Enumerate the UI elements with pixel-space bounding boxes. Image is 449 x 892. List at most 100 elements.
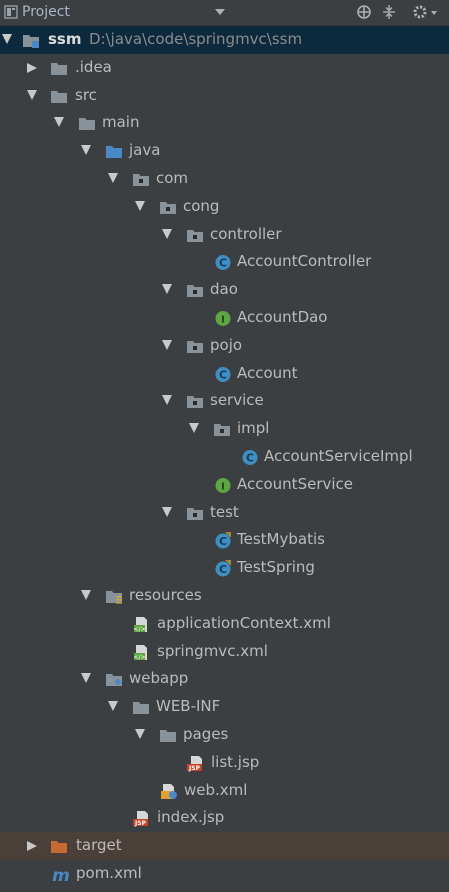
expanded-arrow-icon[interactable] — [81, 145, 91, 156]
tree-node-label: dao — [210, 280, 238, 299]
tree-node-accountserviceimpl[interactable]: C AccountServiceImpl — [0, 443, 449, 471]
tree-node-accountcontroller[interactable]: C AccountController — [0, 248, 449, 276]
source-folder-icon — [105, 142, 123, 159]
spring-xml-icon: </> — [133, 615, 151, 633]
tree-node-indexjsp[interactable]: JSP index.jsp — [0, 804, 449, 832]
test-class-icon: C — [214, 531, 232, 549]
expanded-arrow-icon[interactable] — [162, 395, 172, 406]
interface-icon: I — [214, 476, 232, 493]
folder-icon — [132, 698, 150, 715]
expanded-arrow-icon[interactable] — [135, 200, 145, 211]
collapsed-arrow-icon[interactable] — [27, 841, 37, 852]
tree-node-label: AccountDao — [237, 308, 328, 326]
class-icon: C — [214, 253, 232, 271]
module-folder-icon — [22, 31, 40, 48]
tree-node-cong[interactable]: cong — [0, 193, 449, 221]
tree-node-ssm[interactable]: ssm D:\java\code\springmvc\ssm — [0, 26, 449, 54]
tree-node-testmybatis[interactable]: C TestMybatis — [0, 526, 449, 554]
tree-node-account[interactable]: C Account — [0, 360, 449, 388]
package-icon — [186, 281, 204, 298]
jsp-file-icon: JSP — [133, 809, 151, 827]
tree-node-webinf[interactable]: WEB-INF — [0, 693, 449, 721]
expanded-arrow-icon[interactable] — [2, 34, 12, 44]
tree-node-pages[interactable]: pages — [0, 721, 449, 749]
tree-node-label: TestMybatis — [237, 530, 325, 549]
tree-node-testspring[interactable]: C TestSpring — [0, 554, 449, 582]
svg-text:</>: </> — [133, 626, 145, 633]
svg-text:C: C — [219, 563, 227, 576]
tree-node-webxml[interactable]: web.xml — [0, 777, 449, 805]
tree-node-dao[interactable]: dao — [0, 276, 449, 304]
svg-text:</>: </> — [133, 654, 145, 661]
chevron-down-icon[interactable] — [215, 9, 225, 15]
expanded-arrow-icon[interactable] — [189, 423, 199, 434]
test-class-icon: C — [214, 559, 232, 577]
svg-text:C: C — [219, 257, 227, 270]
tree-node-java[interactable]: java — [0, 137, 449, 165]
tree-node-pojo[interactable]: pojo — [0, 332, 449, 360]
package-icon — [159, 198, 177, 215]
excluded-folder-icon — [50, 837, 68, 854]
tree-node-impl[interactable]: impl — [0, 415, 449, 443]
expanded-arrow-icon[interactable] — [135, 729, 145, 739]
tree-node-pomxml[interactable]: m pom.xml — [0, 860, 449, 888]
folder-icon — [50, 59, 68, 76]
tree-node-src[interactable]: src — [0, 82, 449, 110]
collapse-all-icon[interactable] — [381, 4, 397, 20]
tree-node-label: main — [102, 113, 140, 132]
gear-icon[interactable] — [412, 4, 428, 20]
tree-node-label: target — [76, 836, 122, 855]
tree-node-com[interactable]: com — [0, 165, 449, 193]
tree-node-label: AccountServiceImpl — [264, 447, 413, 465]
tree-node-label: impl — [237, 419, 270, 438]
expanded-arrow-icon[interactable] — [162, 506, 172, 517]
expanded-arrow-icon[interactable] — [162, 284, 172, 295]
scroll-from-source-icon[interactable] — [356, 4, 372, 20]
tree-node-controller[interactable]: controller — [0, 221, 449, 249]
tree-node-label: AccountService — [237, 474, 354, 493]
tree-node-label: TestSpring — [237, 558, 315, 577]
expanded-arrow-icon[interactable] — [81, 673, 91, 684]
svg-text:C: C — [219, 535, 227, 548]
tree-node-label: pojo — [210, 335, 243, 354]
tree-node-label: AccountController — [237, 252, 372, 271]
class-icon: C — [241, 448, 259, 465]
jsp-file-icon: JSP — [187, 754, 205, 772]
expanded-arrow-icon[interactable] — [162, 339, 172, 350]
tree-node-test[interactable]: test — [0, 499, 449, 527]
svg-text:m: m — [52, 866, 70, 883]
view-selector-label[interactable]: Project — [22, 4, 70, 20]
expanded-arrow-icon[interactable] — [162, 228, 172, 239]
tree-node-accountservice[interactable]: I AccountService — [0, 471, 449, 499]
expanded-arrow-icon[interactable] — [108, 701, 118, 712]
tree-node-appctx[interactable]: </> applicationContext.xml — [0, 610, 449, 638]
tree-node-accountdao[interactable]: I AccountDao — [0, 304, 449, 332]
tree-node-label: web.xml — [184, 780, 248, 799]
expanded-arrow-icon[interactable] — [81, 590, 91, 600]
folder-icon — [78, 114, 96, 131]
tree-node-label: pom.xml — [76, 864, 142, 882]
package-icon — [186, 337, 204, 354]
module-path: D:\java\code\springmvc\ssm — [89, 30, 303, 48]
web-xml-icon — [160, 782, 178, 799]
expanded-arrow-icon[interactable] — [54, 117, 64, 128]
tree-node-resources[interactable]: resources — [0, 582, 449, 610]
tree-node-label: Account — [237, 363, 298, 382]
tree-node-idea[interactable]: .idea — [0, 54, 449, 82]
tree-node-listjsp[interactable]: JSP list.jsp — [0, 749, 449, 777]
expanded-arrow-icon[interactable] — [108, 173, 118, 183]
package-icon — [213, 420, 231, 437]
tree-node-webapp[interactable]: webapp — [0, 665, 449, 693]
expanded-arrow-icon[interactable] — [27, 89, 37, 100]
tree-node-service[interactable]: service — [0, 387, 449, 415]
svg-text:JSP: JSP — [188, 765, 201, 772]
project-tool-window-header: Project — [0, 0, 449, 26]
collapsed-arrow-icon[interactable] — [27, 62, 37, 73]
tree-node-target[interactable]: target — [0, 832, 449, 860]
tree-node-label: webapp — [129, 669, 189, 688]
folder-icon — [50, 87, 68, 104]
tree-node-label: applicationContext.xml — [157, 613, 331, 632]
chevron-down-icon[interactable] — [431, 11, 437, 15]
tree-node-main[interactable]: main — [0, 109, 449, 137]
tree-node-springmvcxml[interactable]: </> springmvc.xml — [0, 638, 449, 666]
